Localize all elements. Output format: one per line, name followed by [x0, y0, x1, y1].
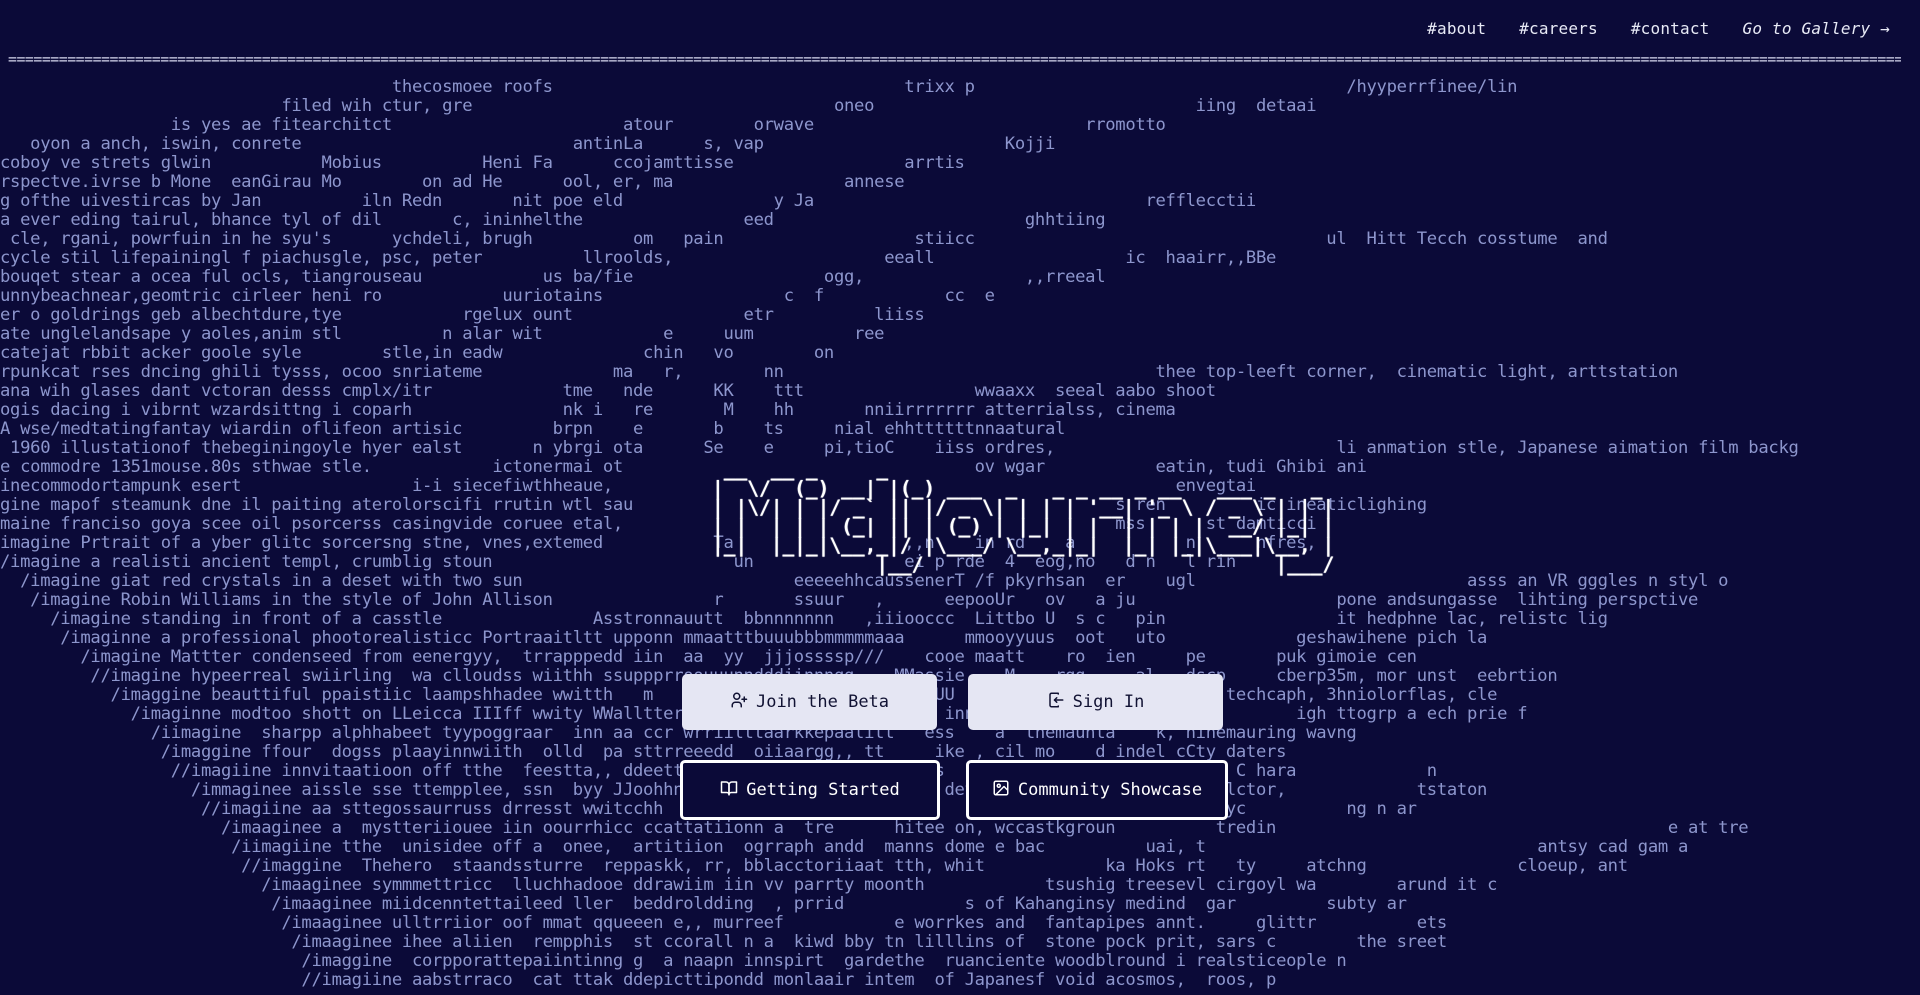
join-the-beta-button[interactable]: Join the Beta [682, 674, 937, 730]
community-showcase-button[interactable]: Community Showcase [966, 760, 1228, 820]
background-text-line: /imaaginee symmmettricc lluchhadooe ddra… [0, 875, 1498, 895]
background-text-line: cle, rgani, powrfuin in he syu's ychdeli… [0, 229, 1608, 249]
background-text-line: /imagine Mattter condenseed from eenergy… [0, 647, 1417, 667]
background-text-line: cycle stil lifepainingl f piachusgle, ps… [0, 248, 1277, 268]
background-text-line: rpunkcat rses dncing ghili tysss, ocoo s… [0, 362, 1678, 382]
image-icon [992, 779, 1010, 802]
background-text-line: /imagine standing in front of a casstle … [0, 609, 1608, 629]
background-text-line: ana wih glases dant vctoran desss cmplx/… [0, 381, 1216, 401]
background-text-line: /imaaginee a mystteriiouee iin oourrhicc… [0, 818, 1749, 838]
nav-link-contact[interactable]: #contact [1631, 19, 1710, 38]
background-text-line: /imagine Robin Williams in the style of … [0, 590, 1699, 610]
sign-in-label: Sign In [1072, 692, 1145, 712]
background-text-line: thecosmoee roofs trixx p /hyyperrfinee/l… [0, 77, 1518, 97]
background-text-line: /imaaginee ulltrriior oof mmat qqueeen e… [0, 913, 1447, 933]
background-text-line: /imaginne a professional phootorealistic… [0, 628, 1488, 648]
background-text-line: /imaggine corpporattepaiintinng g a naap… [0, 951, 1347, 971]
midjourney-ascii-logo: __ __ _ _ | \/ (_) __| |(_) ___ _ _ _ __… [712, 458, 1335, 576]
sign-in-button[interactable]: Sign In [968, 674, 1223, 730]
nav-link-careers[interactable]: #careers [1519, 19, 1598, 38]
background-text-line: A wse/medtatingfantay wiardin oflifeon a… [0, 419, 1066, 439]
background-text-line: rspectve.ivrse b Mone eanGirau Mo on ad … [0, 172, 905, 192]
background-text-line: filed wih ctur, gre oneo iing detaai [0, 96, 1317, 116]
background-text-line: unnybeachnear,geomtric cirleer heni ro u… [0, 286, 995, 306]
background-text-line: //imagiine aabstrraco cat ttak ddepictti… [0, 970, 1277, 990]
user-plus-icon [730, 691, 748, 714]
background-text-line: g ofthe uivestircas by Jan iln Redn nit … [0, 191, 1256, 211]
nav-link-about[interactable]: #about [1427, 19, 1486, 38]
background-text-line: ogis dacing i vibrnt wzardsittng i copar… [0, 400, 1176, 420]
go-to-gallery-link[interactable]: Go to Gallery → [1743, 19, 1891, 38]
background-text-line: //imaggine Thehero staandssturre reppask… [0, 856, 1628, 876]
background-text-line: catejat rbbit acker goole syle stle,in e… [0, 343, 834, 363]
background-text-line: ate unglelandsape y aoles,anim stl n ala… [0, 324, 885, 344]
background-text-line: coboy ve strets glwin Mobius Heni Fa cco… [0, 153, 965, 173]
community-showcase-label: Community Showcase [1017, 780, 1203, 800]
background-text-line: /imaaginee miidcenntettaileed ller beddr… [0, 894, 1407, 914]
getting-started-label: Getting Started [746, 780, 900, 800]
background-text-line: /iimagiine tthe unisidee off a onee, art… [0, 837, 1689, 857]
sign-in-icon [1047, 691, 1065, 714]
join-the-beta-label: Join the Beta [755, 692, 890, 712]
background-text-line: a ever eding tairul, bhance tyl of dil c… [0, 210, 1106, 230]
header-divider: ========================================… [8, 51, 1901, 68]
background-text-line: oyon a anch, iswin, conrete antinLa s, v… [0, 134, 1056, 154]
background-text-line: er o goldrings geb albechtdure,tye rgelu… [0, 305, 925, 325]
top-nav: #about #careers #contact Go to Gallery → [0, 0, 1920, 56]
background-text-line: 1960 illustationof thebeginingoyle hyer … [0, 438, 1799, 458]
background-text-line: is yes ae fitearchitct atour orwave rrom… [0, 115, 1166, 135]
background-text-line: /imaaginee ihee aliien rempphis st ccora… [0, 932, 1447, 952]
getting-started-button[interactable]: Getting Started [680, 760, 940, 820]
background-text-line: bouqet stear a ocea ful ocls, tiangrouse… [0, 267, 1106, 287]
book-open-icon [720, 779, 738, 802]
